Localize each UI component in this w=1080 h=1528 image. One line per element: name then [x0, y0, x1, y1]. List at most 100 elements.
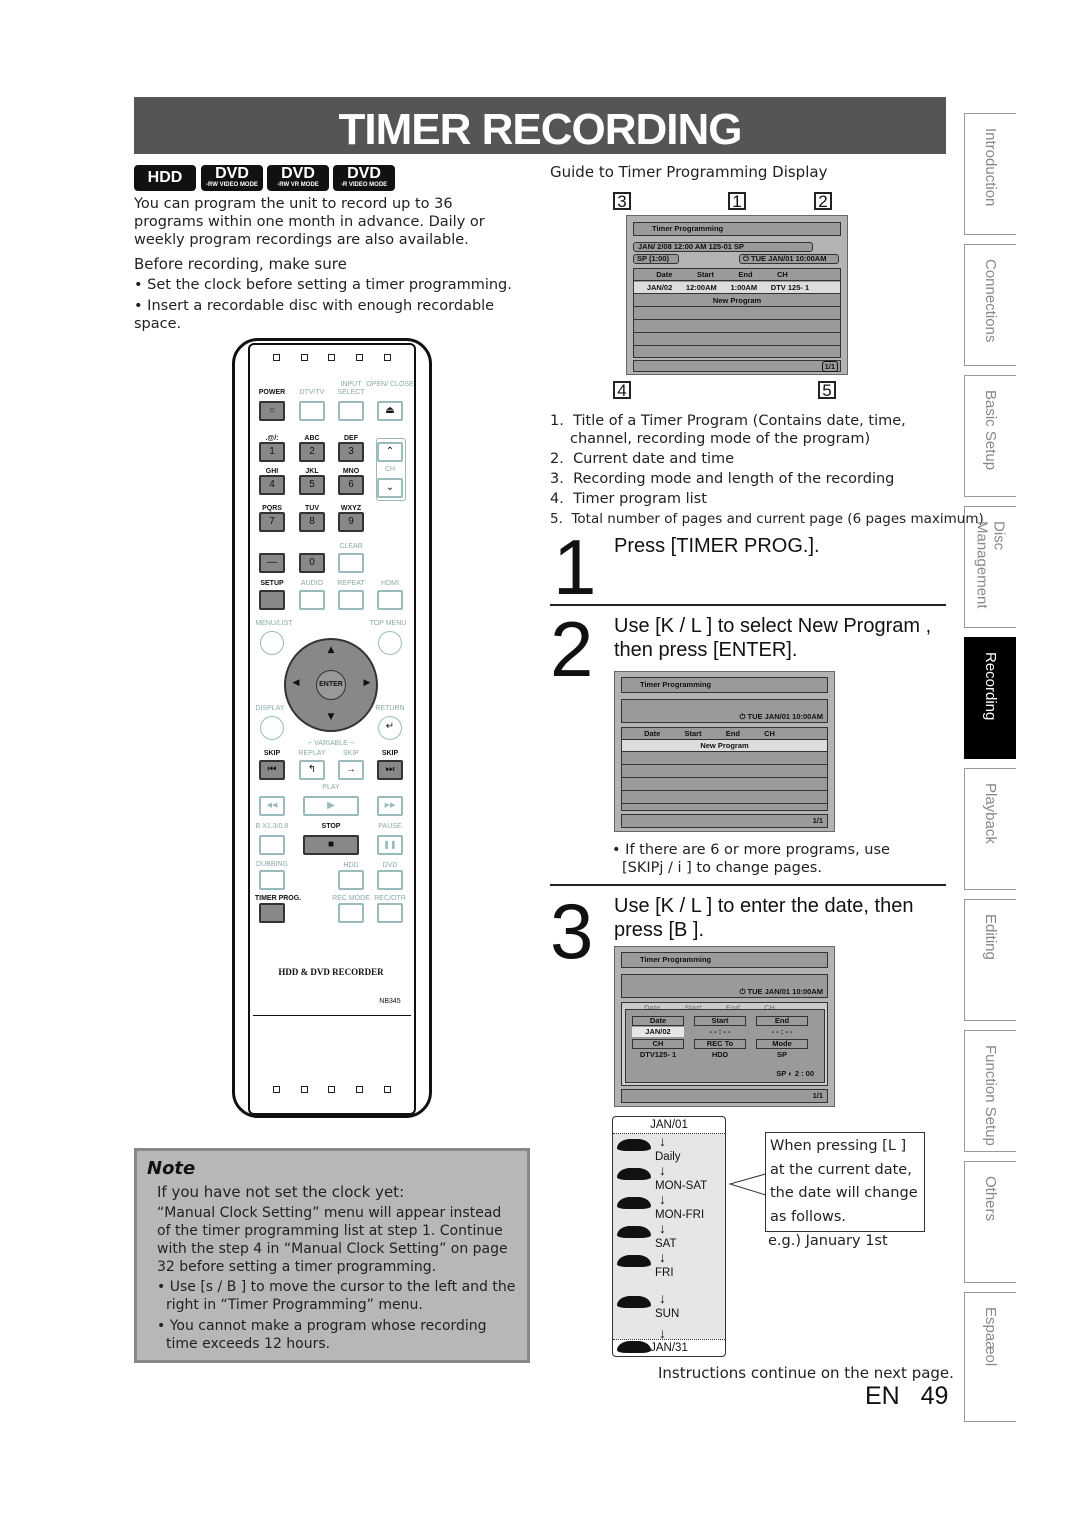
number-2-button[interactable]: 2: [299, 442, 325, 462]
variable-skip-button[interactable]: →: [338, 760, 364, 780]
disc-icon: [617, 1197, 651, 1209]
step-3-text: Use [K / L ] to enter the date, then pres…: [614, 895, 914, 941]
dpad-left-button[interactable]: ◀: [288, 678, 304, 688]
channel-down-button[interactable]: ⌄: [377, 478, 403, 498]
stop-button[interactable]: ■: [303, 835, 359, 855]
dash-button[interactable]: —: [259, 553, 285, 573]
number-8-button[interactable]: 8: [299, 512, 325, 532]
number-3-button[interactable]: 3: [338, 442, 364, 462]
side-tab-playback[interactable]: Playback: [964, 768, 1016, 890]
side-tab-connections[interactable]: Connections: [964, 244, 1016, 366]
side-tab-editing[interactable]: Editing: [964, 899, 1016, 1021]
hdd-button[interactable]: [338, 870, 364, 890]
-variable--label: ⌐ VARIABLE ¬: [308, 740, 354, 747]
number-7-button[interactable]: 7: [259, 512, 285, 532]
open-close-button[interactable]: ⏏: [377, 401, 403, 421]
remote-led: [384, 354, 391, 361]
number-4-button[interactable]: 4: [259, 475, 285, 495]
menu-list-button[interactable]: [260, 631, 284, 655]
new-program-item[interactable]: New Program: [622, 740, 827, 752]
page-bar: 1/1: [633, 360, 841, 372]
field-value[interactable]: DTV125- 1: [632, 1050, 684, 1060]
replay-button[interactable]: ↰: [299, 760, 325, 780]
field-label-mode: Mode: [756, 1039, 808, 1049]
arrow-down-icon: ↓: [659, 1191, 666, 1207]
field-value[interactable]: - - : - -: [756, 1027, 808, 1037]
step-2-screen: Timer Programming ⏻ TUE JAN/01 10:00AM D…: [614, 671, 835, 832]
dubbing-button[interactable]: [259, 870, 285, 890]
page-indicator: 1/1: [621, 814, 828, 828]
cycle-item: FRI: [655, 1267, 674, 1279]
power-button[interactable]: ○: [259, 401, 285, 421]
side-tab-others[interactable]: Others: [964, 1161, 1016, 1283]
new-program-item[interactable]: New Program: [634, 295, 840, 307]
field-value[interactable]: - - : - -: [694, 1027, 746, 1037]
skip-forward-button[interactable]: ⏭: [377, 760, 403, 780]
open-close-label: OPEN/ CLOSE: [366, 381, 414, 388]
number-6-button[interactable]: 6: [338, 475, 364, 495]
disc-icon: [617, 1226, 651, 1238]
timer-prog-button[interactable]: [259, 903, 285, 923]
dvd-button[interactable]: [377, 870, 403, 890]
input-select-button[interactable]: [338, 401, 364, 421]
audio-button[interactable]: [299, 590, 325, 610]
note-subheading: If you have not set the clock yet:: [157, 1183, 405, 1201]
setup-button[interactable]: [259, 590, 285, 610]
callout-1: 1: [728, 192, 746, 210]
repeat-button[interactable]: [338, 590, 364, 610]
continue-text: Instructions continue on the next page.: [658, 1364, 954, 1382]
number-1-button[interactable]: 1: [259, 442, 285, 462]
list-item[interactable]: JAN/02 12:00AM 1:00AM DTV 125- 1: [634, 282, 840, 294]
dvd-rw-video-logo: DVD -RW VIDEO MODE: [201, 165, 263, 191]
remote-led: [273, 354, 280, 361]
number-0-button[interactable]: 0: [299, 553, 325, 573]
callout-pointer: [728, 1172, 770, 1197]
pause-button[interactable]: ❚❚: [377, 835, 403, 855]
number-5-button[interactable]: 5: [299, 475, 325, 495]
field-value[interactable]: JAN/02: [632, 1027, 684, 1037]
side-tab-espaæol[interactable]: Espaæol: [964, 1292, 1016, 1422]
skip-back-button[interactable]: ⏮: [259, 760, 285, 780]
rec-otr-button[interactable]: [377, 903, 403, 923]
hdmi-button[interactable]: [377, 590, 403, 610]
guide-heading: Guide to Timer Programming Display: [550, 163, 828, 181]
rec-mode-button[interactable]: [338, 903, 364, 923]
play-button[interactable]: ▶: [303, 796, 359, 816]
return-button[interactable]: ↵: [378, 716, 402, 740]
field-value[interactable]: HDD: [694, 1050, 746, 1060]
dtv-tv-button[interactable]: [299, 401, 325, 421]
side-tab-recording[interactable]: Recording: [964, 637, 1016, 759]
step-2-number: 2: [550, 605, 594, 693]
number-9-button[interactable]: 9: [338, 512, 364, 532]
channel-up-button[interactable]: ⌃: [377, 442, 403, 462]
side-tab-function-setup[interactable]: Function Setup: [964, 1030, 1016, 1152]
speed-button[interactable]: [259, 835, 285, 855]
display-button[interactable]: [260, 716, 284, 740]
dpad-up-button[interactable]: ▲: [323, 645, 339, 655]
ch-label: CH: [384, 466, 396, 473]
cycle-start: JAN/01: [613, 1117, 725, 1134]
b-x1-3-0-8-label: B X1.3/0.8: [255, 823, 289, 830]
note-box: Note If you have not set the clock yet: …: [134, 1148, 530, 1363]
side-tab-introduction[interactable]: Introduction: [964, 113, 1016, 235]
side-tab-basic-setup[interactable]: Basic Setup: [964, 375, 1016, 497]
clear-button[interactable]: [338, 553, 364, 573]
guide-screen: Timer Programming JAN/ 2/08 12:00 AM 125…: [626, 215, 848, 375]
program-title: JAN/ 2/08 12:00 AM 125-01 SP: [633, 242, 813, 252]
dpad-down-button[interactable]: ▼: [323, 712, 339, 722]
dvd-r-video-logo: DVD -R VIDEO MODE: [333, 165, 395, 191]
top-menu-button[interactable]: [378, 631, 402, 655]
enter-button[interactable]: ENTER: [316, 670, 346, 700]
side-tab-disc-management[interactable]: Disc Management: [964, 506, 1016, 628]
remote-model-label: HDD & DVD RECORDER: [278, 967, 384, 977]
remote-divider: [253, 1015, 411, 1016]
rewind-button[interactable]: ◀◀: [259, 796, 285, 816]
guide-item: 3. Recording mode and length of the reco…: [550, 471, 895, 487]
field-value[interactable]: SP: [756, 1050, 808, 1060]
screen-title: Timer Programming: [633, 222, 841, 236]
cycle-example: e.g.) January 1st: [768, 1233, 888, 1249]
fast-forward-button[interactable]: ▶▶: [377, 796, 403, 816]
dpad-right-button[interactable]: ▶: [359, 678, 375, 688]
stop-label: STOP: [321, 823, 341, 830]
callout-4: 4: [613, 381, 631, 399]
